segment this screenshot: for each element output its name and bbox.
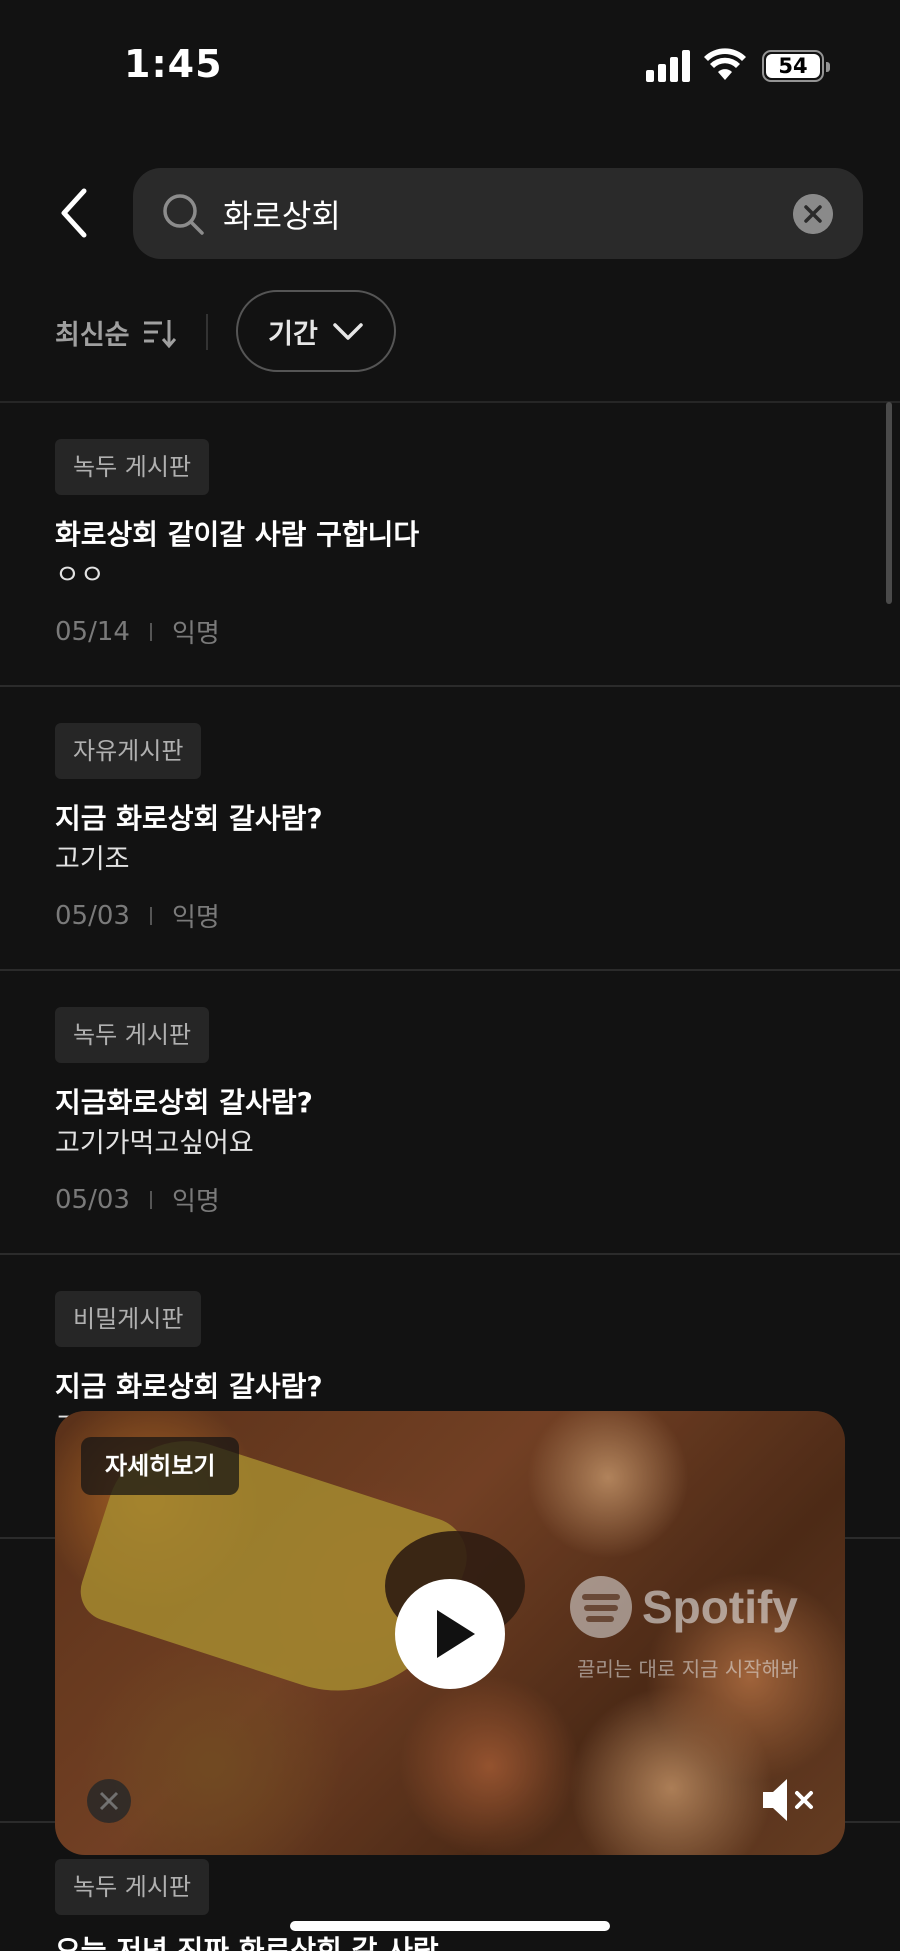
search-bar[interactable] xyxy=(133,168,863,259)
post-date: 05/14 xyxy=(55,616,130,647)
battery-level: 54 xyxy=(766,54,820,78)
post-author: 익명 xyxy=(171,903,220,933)
post-meta: 05/03 익명 xyxy=(55,1181,220,1218)
post-title: 오늘 저녁 진짜 화로상회 갈 사람 xyxy=(55,1934,439,1951)
board-tag: 녹두 게시판 xyxy=(55,1007,210,1063)
sort-icon xyxy=(143,320,176,349)
post-preview: 고기가먹고싶어요 xyxy=(55,1128,254,1159)
sort-button[interactable]: 최신순 xyxy=(55,310,176,354)
post-title: 지금 화로상회 갈사람? xyxy=(55,1370,323,1403)
search-icon xyxy=(163,194,204,235)
post-item[interactable]: 자유게시판 지금 화로상회 갈사람? 고기조 05/03 익명 xyxy=(0,687,900,971)
search-input[interactable] xyxy=(223,168,743,259)
post-meta: 05/03 익명 xyxy=(55,897,220,934)
cellular-signal-icon xyxy=(646,50,692,82)
post-item[interactable]: 녹두 게시판 지금화로상회 갈사람? 고기가먹고싶어요 05/03 익명 xyxy=(0,971,900,1255)
clear-search-button[interactable] xyxy=(793,194,833,234)
status-bar: 1:45 54 xyxy=(0,0,900,140)
spotify-logo: Spotify xyxy=(570,1576,798,1638)
scrollbar[interactable] xyxy=(886,402,892,604)
period-label: 기간 xyxy=(268,318,318,350)
wifi-icon xyxy=(704,48,746,80)
post-meta: 05/14 익명 xyxy=(55,613,220,650)
post-author: 익명 xyxy=(171,619,220,649)
video-ad[interactable]: 자세히보기 Spotify 끌리는 대로 지금 시작해봐 xyxy=(55,1411,845,1855)
post-author: 익명 xyxy=(171,1187,220,1217)
home-indicator xyxy=(290,1921,610,1931)
ad-detail-button[interactable]: 자세히보기 xyxy=(81,1437,240,1495)
period-filter-button[interactable]: 기간 xyxy=(236,290,396,372)
play-button[interactable] xyxy=(395,1579,505,1689)
post-preview: 고기조 xyxy=(55,844,130,875)
ad-close-button[interactable] xyxy=(87,1779,131,1823)
ad-tagline: 끌리는 대로 지금 시작해봐 xyxy=(577,1657,799,1681)
mute-button[interactable] xyxy=(761,1775,819,1825)
post-preview: ㅇㅇ xyxy=(55,560,105,591)
filter-divider xyxy=(206,314,208,350)
board-tag: 자유게시판 xyxy=(55,723,202,779)
filter-row: 최신순 기간 xyxy=(0,290,900,374)
sort-label: 최신순 xyxy=(55,319,130,351)
post-date: 05/03 xyxy=(55,900,130,931)
post-title: 화로상회 같이갈 사람 구합니다 xyxy=(55,518,420,551)
chevron-down-icon xyxy=(333,323,363,340)
status-time: 1:45 xyxy=(124,42,223,86)
play-icon xyxy=(437,1610,475,1658)
post-item[interactable]: 녹두 게시판 화로상회 같이갈 사람 구합니다 ㅇㅇ 05/14 익명 xyxy=(0,403,900,687)
board-tag: 녹두 게시판 xyxy=(55,1859,210,1915)
post-title: 지금 화로상회 갈사람? xyxy=(55,802,323,835)
spotify-icon xyxy=(570,1576,632,1638)
speaker-muted-icon xyxy=(763,1779,813,1821)
battery-icon: 54 xyxy=(762,50,830,82)
board-tag: 비밀게시판 xyxy=(55,1291,202,1347)
post-title: 지금화로상회 갈사람? xyxy=(55,1086,313,1119)
post-date: 05/03 xyxy=(55,1184,130,1215)
board-tag: 녹두 게시판 xyxy=(55,439,210,495)
chevron-left-icon xyxy=(61,188,87,238)
back-button[interactable] xyxy=(52,185,102,241)
spotify-brand: Spotify xyxy=(642,1581,798,1633)
